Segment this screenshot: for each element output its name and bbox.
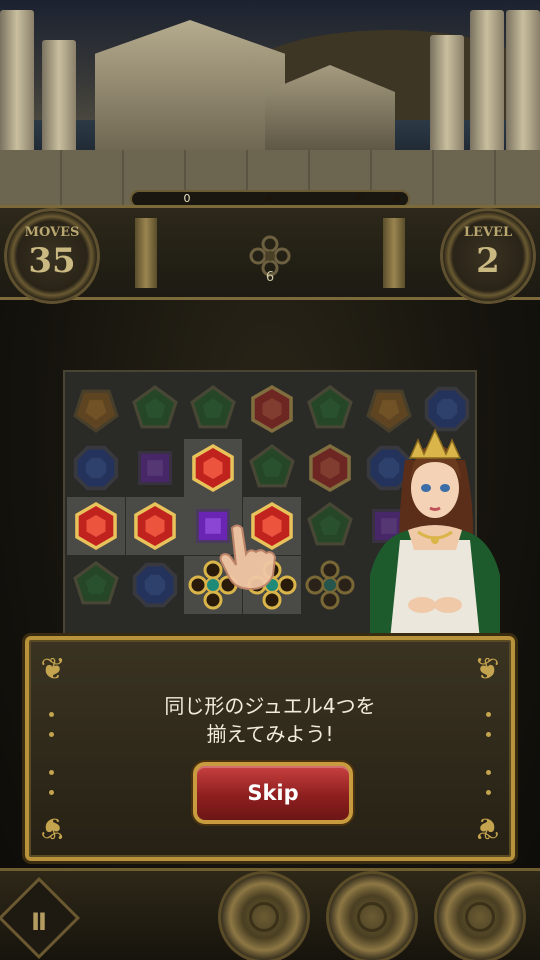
amber-pentagon-gem[interactable] [71,384,121,434]
board-cell[interactable] [126,380,184,438]
hud-column [135,218,157,288]
star-icon: ★ [353,191,365,206]
board-cell[interactable] [184,380,242,438]
board-cell[interactable] [184,438,242,497]
red-hexagon-gem[interactable] [130,501,180,551]
moves-value: 35 [28,241,76,281]
booster-slot-icon [357,902,387,932]
pillar [506,10,540,160]
star-icon: ★ [263,191,275,206]
temple [95,20,285,155]
goal-count: 6 [265,270,275,285]
red-hexagon-gem[interactable] [188,443,238,493]
skip-button[interactable]: Skip [193,762,353,824]
green-pentagon-gem[interactable] [305,501,355,551]
blue-octagon-gem[interactable] [130,560,180,610]
booster-slot-icon [249,902,279,932]
board-cell[interactable] [301,380,359,438]
board-cell[interactable] [67,497,125,555]
laurel-icon: ❦ [40,810,66,845]
board-cell[interactable] [243,439,301,497]
booster-slot-icon [465,902,495,932]
hud-column [383,218,405,288]
board-cell[interactable] [301,439,359,497]
board-cell[interactable] [243,380,301,438]
board-cell[interactable] [125,497,184,555]
laurel-icon: ❦ [474,810,500,845]
tutorial-message: 同じ形のジュエル4つを 揃えてみよう! [164,694,376,746]
green-pentagon-gem[interactable] [305,384,355,434]
board-cell[interactable] [67,439,125,497]
bottom-bar: Ⅱ [0,868,540,960]
pause-button[interactable]: Ⅱ [0,876,81,960]
temple-background [0,0,540,215]
level-medallion: LEVEL 2 [440,208,536,304]
gold-amulet-gem[interactable] [305,560,355,610]
pillar [430,35,464,155]
level-value: 2 [476,241,500,281]
board-cell[interactable] [126,556,184,614]
board-cell[interactable] [301,556,359,614]
green-pentagon-gem[interactable] [247,443,297,493]
board-cell[interactable] [126,439,184,497]
ornament-dot [49,770,54,775]
pillar [0,10,34,160]
booster-slot[interactable] [218,871,310,960]
pointing-hand-icon [219,524,277,590]
game-screen: 0 ★ ★ ★ 6 MOVES 35 LEVEL 2 ❦ ❦ ❦ ❦ 同じ形のジ… [0,0,540,960]
booster-slot[interactable] [326,871,418,960]
goddess-character [370,428,500,640]
pause-icon: Ⅱ [31,908,47,937]
moves-label: MOVES [24,225,80,240]
booster-slot[interactable] [434,871,526,960]
laurel-icon: ❦ [474,652,500,687]
blue-octagon-gem[interactable] [71,443,121,493]
green-pentagon-gem[interactable] [130,384,180,434]
purple-square-gem[interactable] [130,443,180,493]
ornament-dot [49,790,54,795]
green-pentagon-gem[interactable] [188,384,238,434]
board-cell[interactable] [301,497,359,555]
red-hexagon-gem[interactable] [305,443,355,493]
pillar [470,10,504,160]
green-pentagon-gem[interactable] [71,560,121,610]
ornament-dot [486,790,491,795]
tutorial-dialog: ❦ ❦ ❦ ❦ 同じ形のジュエル4つを 揃えてみよう! Skip [25,636,515,861]
ornament-dot [486,770,491,775]
pillar [42,40,76,160]
board-cell[interactable] [67,380,125,438]
level-label: LEVEL [463,225,513,240]
board-cell[interactable] [67,556,125,614]
laurel-icon: ❦ [40,652,66,687]
red-hexagon-gem[interactable] [247,384,297,434]
star-icon: ★ [391,191,403,206]
score-value: 0 [183,192,191,205]
moves-medallion: MOVES 35 [4,208,100,304]
red-hexagon-gem[interactable] [71,501,121,551]
